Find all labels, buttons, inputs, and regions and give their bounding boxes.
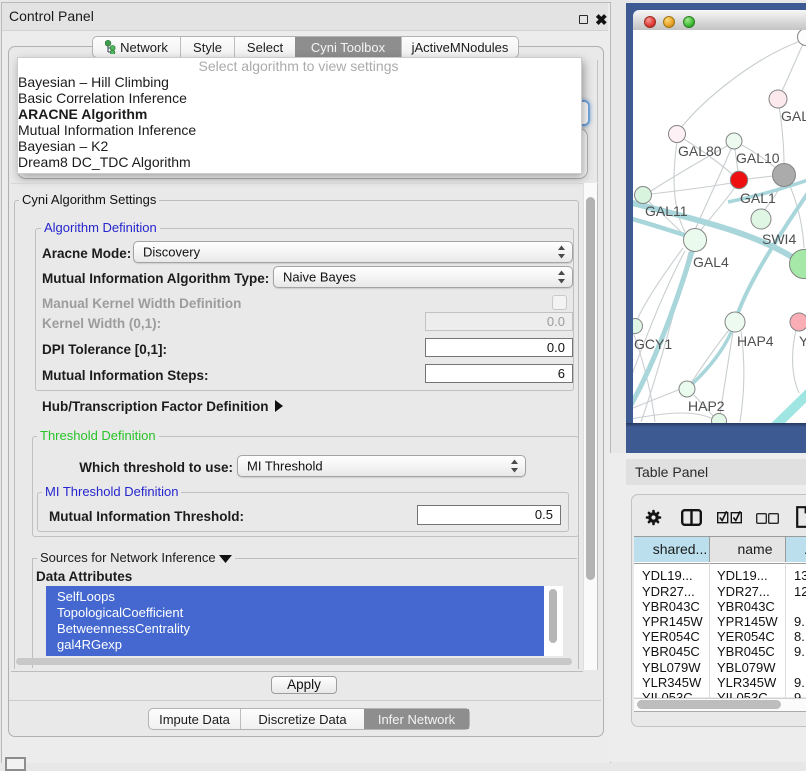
svg-text:GAL10: GAL10 — [736, 150, 780, 166]
svg-text:GCY1: GCY1 — [634, 336, 672, 352]
svg-text:GAL: GAL — [781, 108, 806, 124]
svg-text:SWI4: SWI4 — [762, 231, 796, 247]
svg-text:GAL11: GAL11 — [645, 203, 688, 219]
svg-text:GAL4: GAL4 — [693, 254, 729, 270]
svg-text:GAL1: GAL1 — [740, 190, 776, 206]
svg-text:HAP4: HAP4 — [737, 333, 774, 349]
svg-text:GAL80: GAL80 — [678, 143, 722, 159]
svg-text:Y: Y — [799, 333, 806, 349]
svg-text:HAP2: HAP2 — [688, 398, 725, 414]
